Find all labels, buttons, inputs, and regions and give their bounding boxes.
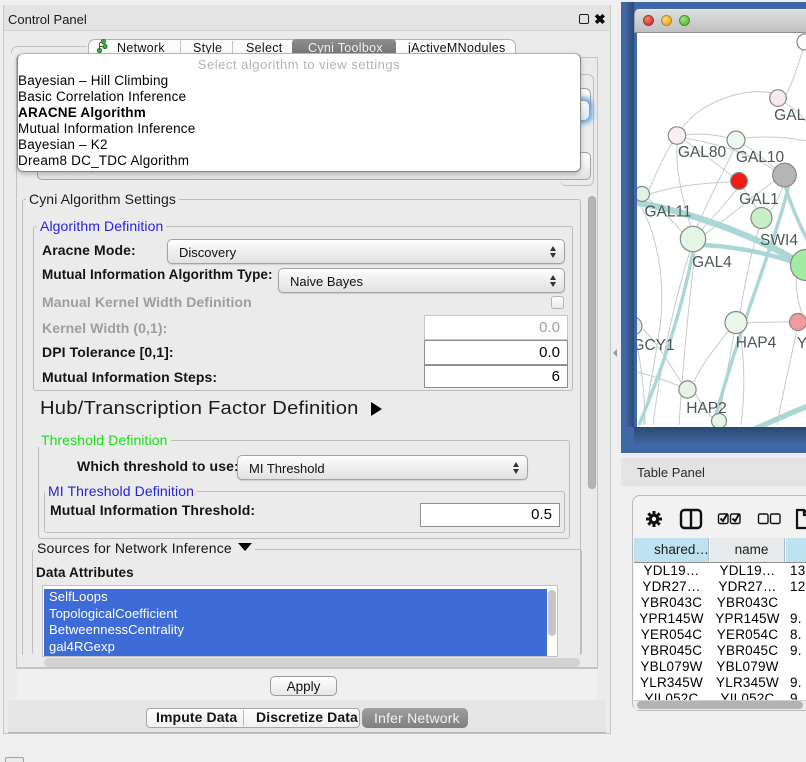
- svg-text:GAL10: GAL10: [736, 149, 785, 166]
- svg-text:GAL11: GAL11: [644, 204, 691, 221]
- svg-text:GAL80: GAL80: [678, 144, 727, 161]
- svg-text:SWI4: SWI4: [760, 232, 798, 249]
- svg-text:Y: Y: [797, 335, 806, 352]
- svg-text:GAL8: GAL8: [774, 107, 806, 124]
- svg-text:GCY1: GCY1: [637, 337, 675, 354]
- svg-text:GAL4: GAL4: [692, 254, 732, 271]
- svg-text:HAP4: HAP4: [736, 335, 777, 352]
- svg-text:HAP2: HAP2: [686, 400, 727, 417]
- svg-text:GAL1: GAL1: [739, 191, 779, 208]
